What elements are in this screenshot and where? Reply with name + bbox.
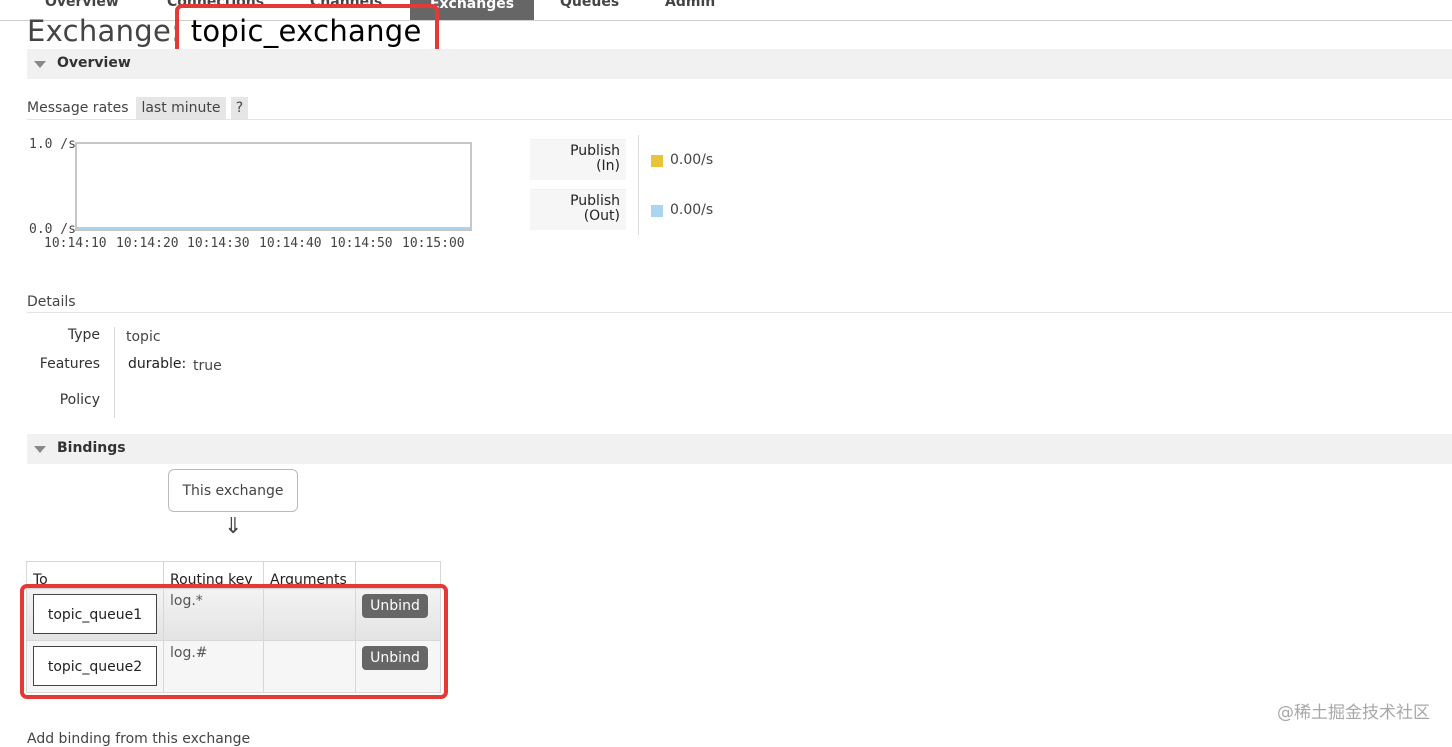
chart-y-min-label: 0.0 /s bbox=[29, 222, 76, 237]
this-exchange-box: This exchange bbox=[168, 469, 298, 512]
publish-in-line2: (In) bbox=[596, 158, 620, 174]
chart-x-tick: 10:14:20 bbox=[116, 236, 179, 251]
publish-out-color-icon bbox=[651, 205, 663, 217]
watermark: @稀土掘金技术社区 bbox=[1277, 703, 1430, 723]
page-title-prefix: Exchange: bbox=[27, 14, 182, 48]
overview-section-header[interactable]: Overview bbox=[27, 49, 1452, 79]
chart-x-tick: 10:15:00 bbox=[402, 236, 465, 251]
publish-in-label: Publish (In) bbox=[530, 139, 626, 180]
collapse-triangle-icon bbox=[34, 61, 46, 68]
chart-series-line bbox=[77, 227, 470, 229]
publish-in-line1: Publish bbox=[570, 143, 620, 159]
publish-out-line2: (Out) bbox=[583, 208, 620, 224]
collapse-triangle-icon bbox=[34, 446, 46, 453]
overview-section-label: Overview bbox=[57, 55, 131, 71]
down-arrow-icon: ⇓ bbox=[224, 514, 243, 539]
divider bbox=[27, 119, 1452, 120]
publish-out-label: Publish (Out) bbox=[530, 189, 626, 230]
chart-y-max-label: 1.0 /s bbox=[29, 137, 76, 152]
type-label: Type bbox=[67, 327, 100, 343]
features-key: durable: bbox=[128, 356, 187, 372]
features-label: Features bbox=[39, 356, 100, 372]
tab-queues[interactable]: Queues bbox=[560, 0, 619, 10]
bindings-section-header[interactable]: Bindings bbox=[27, 434, 1452, 464]
chart-x-tick: 10:14:40 bbox=[259, 236, 322, 251]
type-value: topic bbox=[126, 329, 161, 345]
features-value: true bbox=[193, 358, 222, 374]
chart-x-tick: 10:14:10 bbox=[44, 236, 107, 251]
publish-in-value: 0.00/s bbox=[670, 152, 714, 168]
message-rates-label: Message rates bbox=[27, 100, 129, 116]
bindings-section-label: Bindings bbox=[57, 440, 126, 456]
range-selector[interactable]: last minute bbox=[136, 97, 226, 119]
publish-in-color-icon bbox=[651, 155, 663, 167]
details-divider bbox=[114, 327, 115, 418]
tab-overview[interactable]: Overview bbox=[45, 0, 119, 10]
divider bbox=[27, 312, 1452, 313]
help-button[interactable]: ? bbox=[231, 97, 248, 119]
message-rates-chart bbox=[75, 142, 472, 231]
chart-x-tick: 10:14:50 bbox=[330, 236, 393, 251]
publish-out-value: 0.00/s bbox=[670, 202, 714, 218]
publish-out-line1: Publish bbox=[570, 193, 620, 209]
tab-admin[interactable]: Admin bbox=[665, 0, 715, 10]
details-heading: Details bbox=[27, 294, 76, 310]
chart-x-tick: 10:14:30 bbox=[187, 236, 250, 251]
add-binding-heading: Add binding from this exchange bbox=[27, 731, 251, 747]
rows-highlight-box bbox=[20, 584, 448, 699]
rates-divider bbox=[638, 135, 639, 235]
policy-label: Policy bbox=[59, 392, 100, 408]
